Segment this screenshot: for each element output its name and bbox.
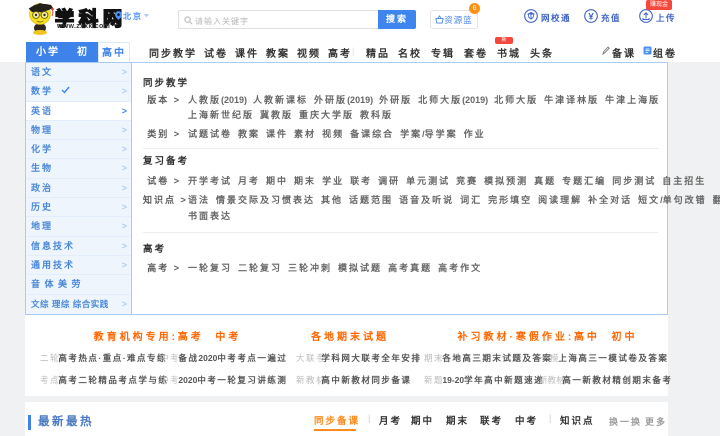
svg-text:¥: ¥ [588,11,594,22]
